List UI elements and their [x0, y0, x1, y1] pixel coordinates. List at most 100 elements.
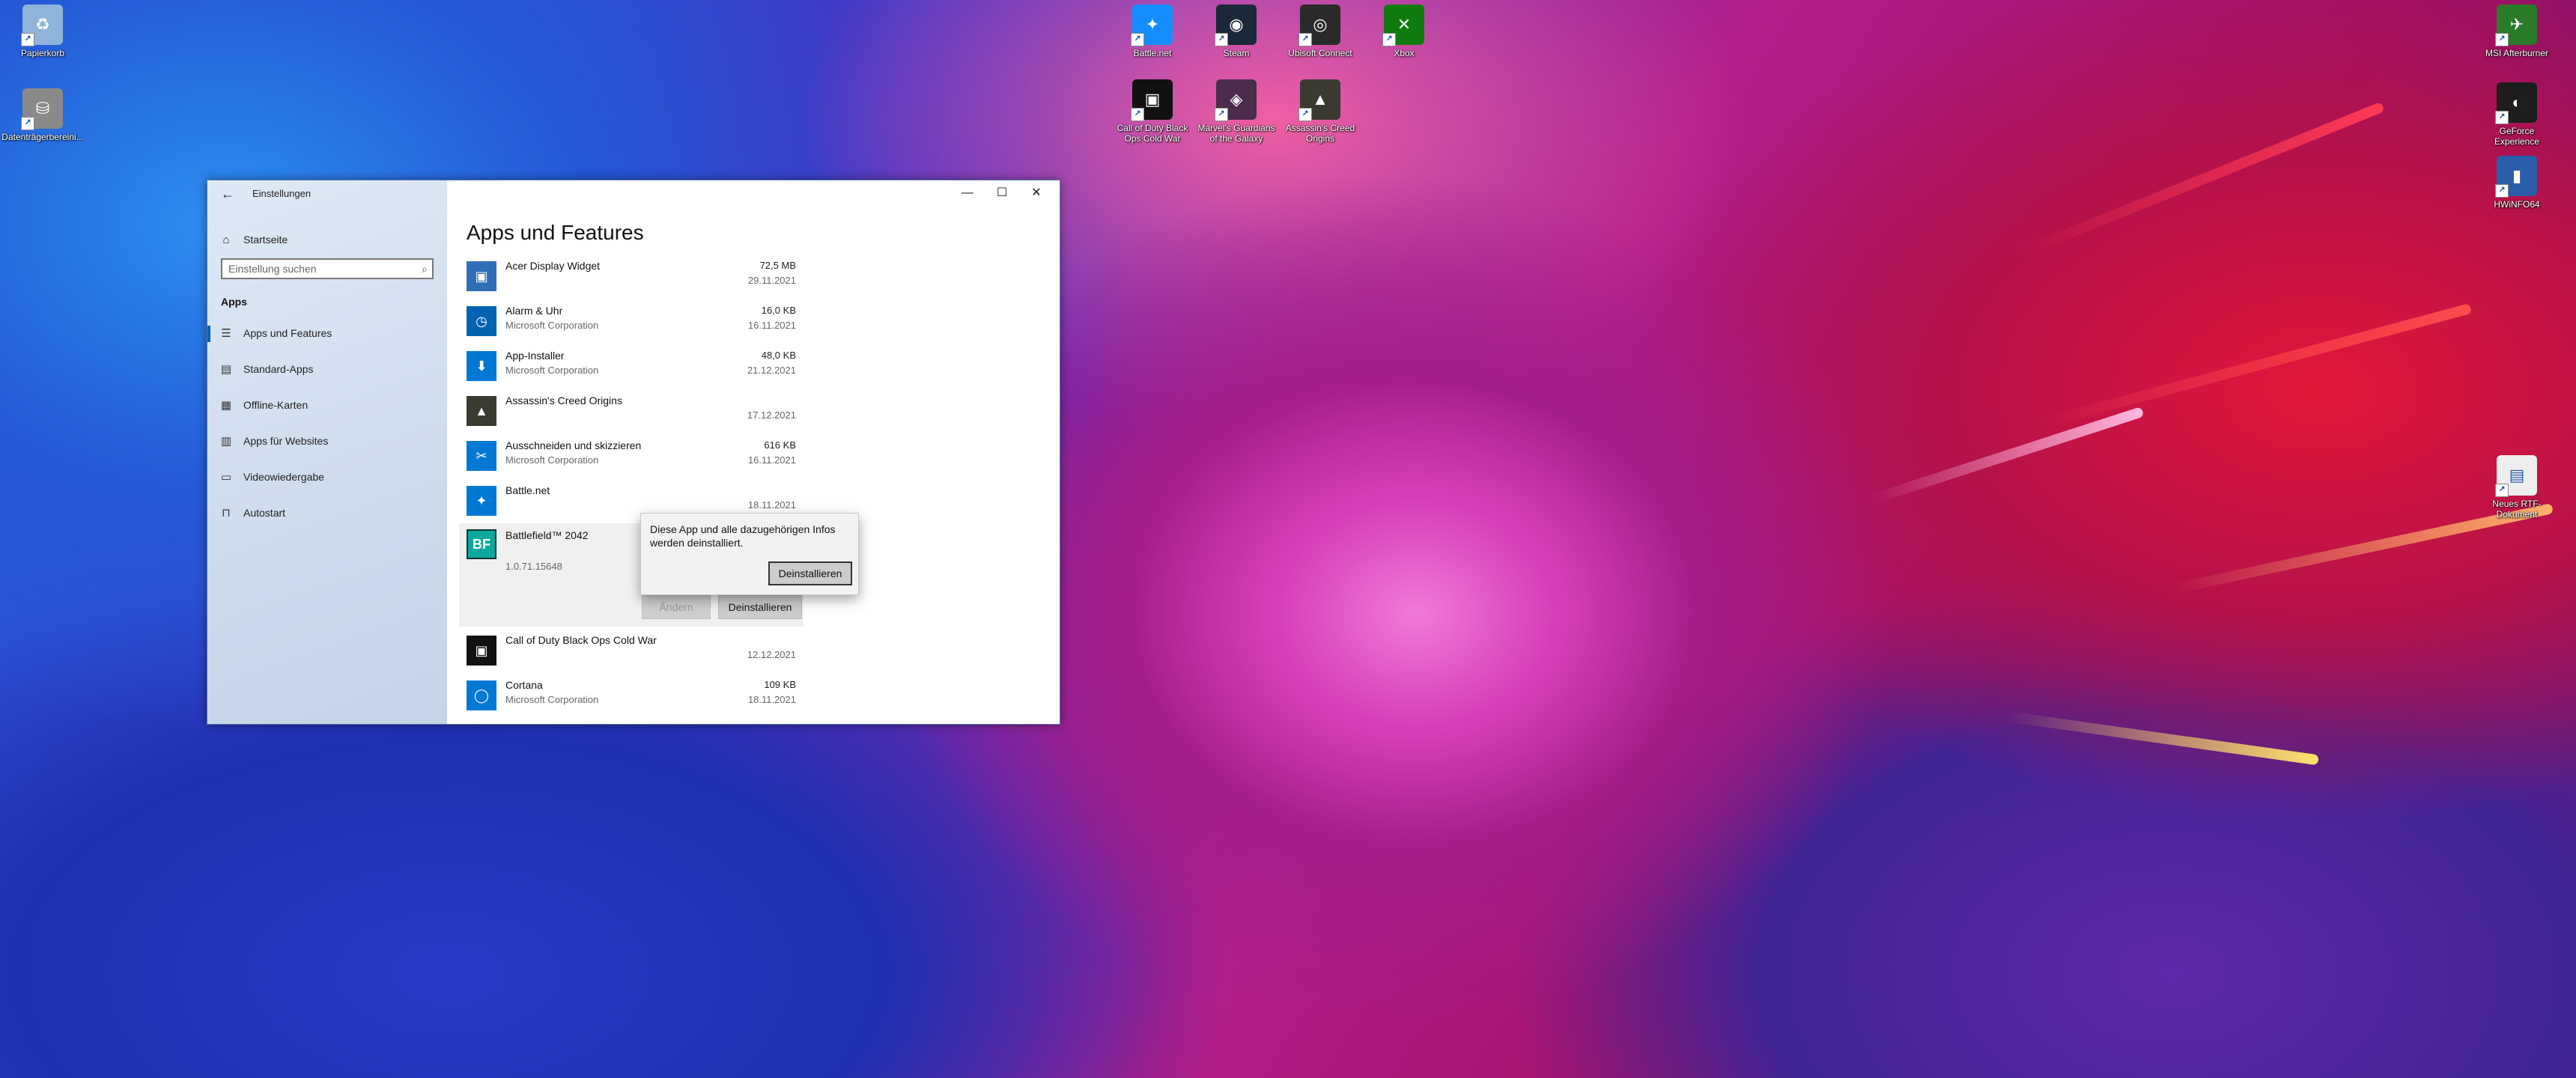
desktop-icon-cod[interactable]: ▣ ↗ Call of Duty Black Ops Cold War	[1111, 79, 1194, 144]
nav-section-heading: Apps	[221, 296, 247, 308]
shortcut-arrow-icon: ↗	[21, 33, 34, 46]
app-publisher: Microsoft Corporation	[505, 694, 599, 705]
flyout-message: Diese App und alle dazugehörigen Infos w…	[650, 523, 836, 549]
uninstall-button[interactable]: Deinstallieren	[718, 595, 802, 619]
app-name: Call of Duty Black Ops Cold War	[505, 634, 657, 646]
desktop-icon-hwinfo[interactable]: ▮ ↗ HWiNFO64	[2476, 156, 2558, 210]
app-row[interactable]: ◷ Alarm & Uhr Microsoft Corporation 16,0 KB…	[467, 300, 796, 345]
app-name: Acer Display Widget	[505, 260, 601, 272]
msi-afterburner-icon: ✈ ↗	[2495, 4, 2537, 46]
app-date: 16.11.2021	[747, 320, 796, 331]
recycle-bin-icon: ♻ ↗	[21, 4, 63, 46]
app-name: App-Installer	[505, 350, 565, 362]
shortcut-arrow-icon: ↗	[2495, 111, 2509, 124]
shortcut-arrow-icon: ↗	[1131, 33, 1144, 46]
nav-home-label: Startseite	[243, 234, 288, 246]
settings-window: ← Einstellungen ⌂ Startseite Einstellung…	[207, 180, 1060, 725]
app-row[interactable]: ▣ Call of Duty Black Ops Cold War 12.12.20…	[467, 630, 796, 674]
app-row[interactable]: ▣ Acer Display Widget 72,5 MB 29.11.2021	[467, 255, 796, 300]
nav-item-video-playback[interactable]: ▭ Videowiedergabe	[207, 462, 447, 492]
app-name: Alarm & Uhr	[505, 305, 563, 317]
content-pane: Apps und Features ▣ Acer Display Widget 72…	[447, 180, 1060, 724]
modify-button[interactable]: Ändern	[642, 595, 711, 619]
back-arrow-icon[interactable]: ←	[216, 185, 239, 203]
app-installer-icon: ⬇	[467, 351, 496, 381]
desktop-icon-label: MSI Afterburner	[2485, 48, 2549, 58]
desktop-icon-xbox[interactable]: ✕ ↗ Xbox	[1363, 4, 1445, 58]
app-date: 17.12.2021	[747, 409, 796, 421]
app-row[interactable]: ◯ Cortana Microsoft Corporation 109 KB 18.11…	[467, 674, 796, 719]
desktop-icon-label: HWiNFO64	[2494, 199, 2540, 210]
shortcut-arrow-icon: ↗	[2495, 184, 2509, 198]
desktop-icon-label: Call of Duty Black Ops Cold War	[1117, 123, 1188, 144]
nav-home[interactable]: ⌂ Startseite	[218, 230, 288, 249]
desktop-icon-label: Assassin's Creed Origins	[1285, 123, 1355, 144]
desktop-icon-label: Datenträgerbereini...	[1, 132, 84, 142]
nav-item-apps-features[interactable]: ☰ Apps und Features	[207, 318, 447, 348]
app-name: Cortana	[505, 679, 543, 691]
default-apps-icon: ▤	[220, 363, 232, 376]
app-row[interactable]: ✂ Ausschneiden und skizzieren Microsoft Co…	[467, 435, 796, 480]
app-row[interactable]: ▲ Assassin's Creed Origins 17.12.2021	[467, 390, 796, 435]
search-icon: ⌕	[422, 263, 428, 275]
shortcut-arrow-icon: ↗	[1131, 108, 1144, 121]
nav-item-apps-for-websites[interactable]: ▥ Apps für Websites	[207, 426, 447, 456]
battlenet-icon: ✦	[467, 486, 496, 516]
window-title: Einstellungen	[252, 188, 312, 199]
app-size: 16,0 KB	[761, 305, 796, 316]
startup-icon: ⊓	[222, 507, 231, 520]
rtf-document-icon: ▤ ↗	[2495, 455, 2537, 497]
app-date: 18.11.2021	[747, 499, 796, 511]
desktop-icon-assassins-creed[interactable]: ▲ ↗ Assassin's Creed Origins	[1279, 79, 1361, 144]
steam-icon: ◉ ↗	[1215, 4, 1257, 46]
desktop-icon-label: Neues RTF-Dokument	[2492, 499, 2542, 520]
app-publisher: Microsoft Corporation	[505, 454, 599, 466]
app-date: 12.12.2021	[747, 649, 796, 660]
app-row[interactable]: ⬇ App-Installer Microsoft Corporation 48,0 …	[467, 345, 796, 390]
shortcut-arrow-icon: ↗	[2495, 484, 2509, 497]
settings-search-input[interactable]: Einstellung suchen ⌕	[221, 258, 434, 279]
desktop-icon-guardians[interactable]: ◈ ↗ Marvel's Guardians of the Galaxy	[1195, 79, 1278, 144]
app-date: 21.12.2021	[747, 365, 796, 376]
nav-item-startup[interactable]: ⊓ Autostart	[207, 498, 447, 528]
desktop-icon-disk-cleanup[interactable]: ⛁ ↗ Datenträgerbereini...	[1, 88, 84, 142]
desktop-icon-msi-afterburner[interactable]: ✈ ↗ MSI Afterburner	[2476, 4, 2558, 58]
desktop-icon-geforce[interactable]: ◐ ↗ GeForce Experience	[2476, 82, 2558, 147]
app-publisher: Microsoft Corporation	[505, 365, 599, 376]
nav-item-label: Apps für Websites	[243, 435, 329, 447]
app-publisher: Microsoft Corporation	[505, 320, 599, 331]
title-bar: ← Einstellungen	[207, 180, 447, 207]
desktop-icon-rtf-document[interactable]: ▤ ↗ Neues RTF-Dokument	[2476, 455, 2558, 520]
guardians-icon: ◈ ↗	[1215, 79, 1257, 121]
app-version: 1.0.71.15648	[505, 561, 562, 572]
desktop-icon-label: Xbox	[1394, 48, 1415, 58]
snip-sketch-icon: ✂	[467, 441, 496, 471]
ubisoft-icon: ◎ ↗	[1298, 4, 1340, 46]
desktop-icon-recycle-bin[interactable]: ♻ ↗ Papierkorb	[1, 4, 84, 58]
cod-icon: ▣	[467, 636, 496, 666]
nav-item-label: Videowiedergabe	[243, 471, 324, 483]
video-icon: ▭	[220, 471, 232, 484]
battlenet-icon: ✦ ↗	[1131, 4, 1173, 46]
nav-item-offline-maps[interactable]: ▦ Offline-Karten	[207, 390, 447, 420]
list-icon: ☰	[221, 327, 231, 340]
nav-item-label: Autostart	[243, 507, 286, 519]
geforce-icon: ◐ ↗	[2495, 82, 2537, 124]
hwinfo-icon: ▮ ↗	[2495, 156, 2537, 198]
shortcut-arrow-icon: ↗	[21, 117, 34, 130]
acer-widget-icon: ▣	[467, 261, 496, 291]
nav-item-label: Standard-Apps	[243, 363, 314, 375]
nav-item-default-apps[interactable]: ▤ Standard-Apps	[207, 354, 447, 384]
shortcut-arrow-icon: ↗	[1298, 33, 1312, 46]
desktop-icon-label: Ubisoft Connect	[1288, 48, 1352, 58]
desktop-icon-steam[interactable]: ◉ ↗ Steam	[1195, 4, 1278, 58]
cod-icon: ▣ ↗	[1131, 79, 1173, 121]
desktop-icon-battlenet[interactable]: ✦ ↗ Battle.net	[1111, 4, 1194, 58]
assassins-creed-icon: ▲ ↗	[1298, 79, 1340, 121]
nav-item-label: Apps und Features	[243, 327, 332, 339]
desktop-icon-ubisoft[interactable]: ◎ ↗ Ubisoft Connect	[1279, 4, 1361, 58]
disk-cleanup-icon: ⛁ ↗	[21, 88, 63, 130]
desktop-icon-label: GeForce Experience	[2494, 126, 2540, 147]
assassins-creed-icon: ▲	[467, 396, 496, 426]
confirm-uninstall-button[interactable]: Deinstallieren	[768, 561, 852, 585]
